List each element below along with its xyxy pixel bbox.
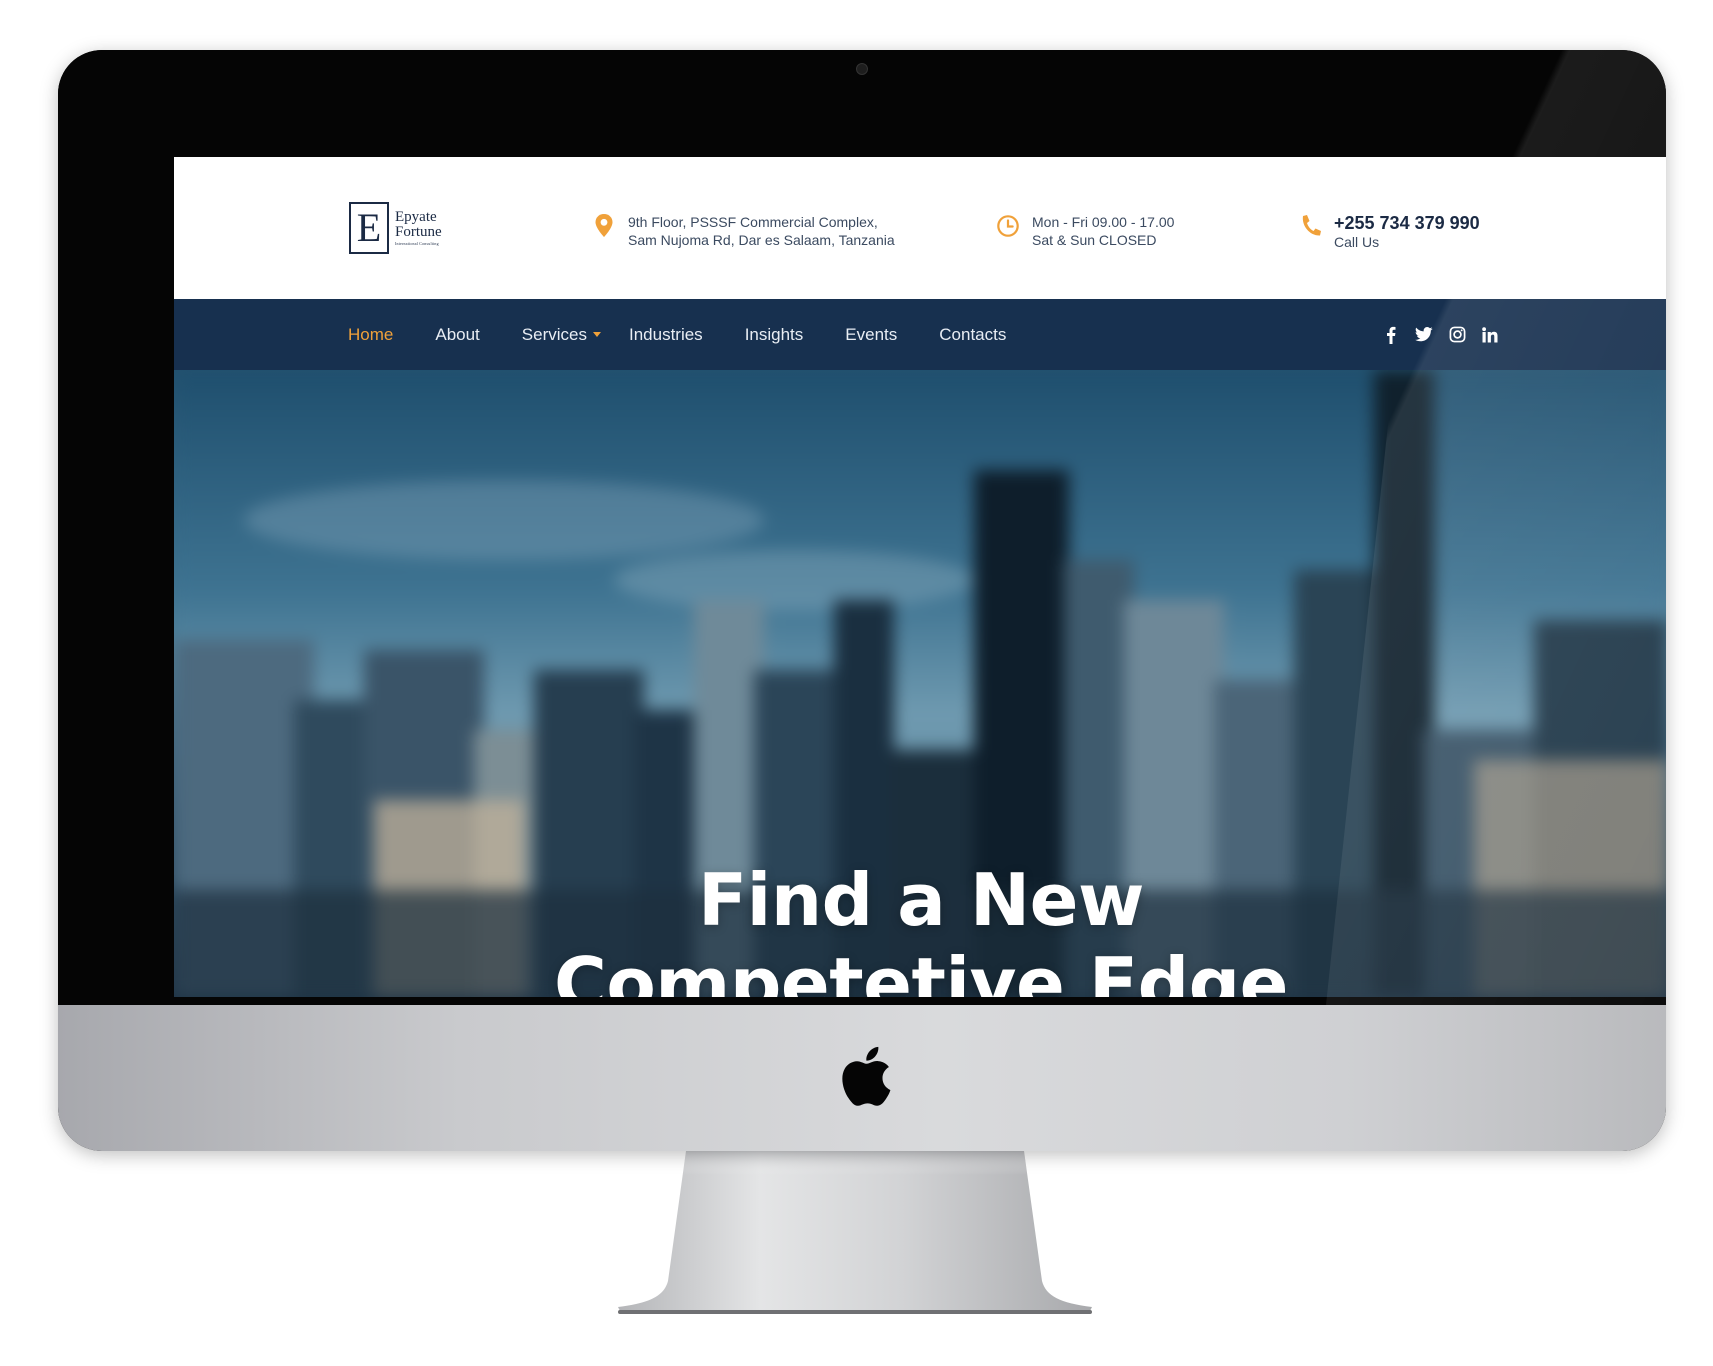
phone-label: Call Us [1334,234,1380,250]
nav-menu: Home About Services Industries Insights … [348,299,1048,370]
address-line-2: Sam Nujoma Rd, Dar es Salaam, Tanzania [628,232,895,248]
main-navbar: Home About Services Industries Insights … [174,299,1666,370]
apple-logo-icon [842,1046,891,1106]
phone-block: +255 734 379 990 Call Us [1298,213,1480,251]
hours-block: Mon - Fri 09.00 - 17.00 Sat & Sun CLOSED [996,213,1174,249]
camera-icon [856,63,868,75]
map-pin-icon [595,214,613,237]
top-info-bar: E Epyate Fortune International Consultin… [174,157,1666,299]
website-screen: E Epyate Fortune International Consultin… [174,157,1666,997]
logo-line-2: Fortune [395,224,442,240]
hero-heading-line-1: Find a New [698,858,1144,942]
address-block: 9th Floor, PSSSF Commercial Complex, Sam… [592,213,895,249]
linkedin-icon[interactable] [1480,325,1500,345]
monitor-stand [618,1151,1092,1314]
nav-industries[interactable]: Industries [629,325,703,345]
facebook-icon[interactable] [1381,325,1401,345]
logo-wordmark: Epyate Fortune International Consulting [395,210,442,246]
hours-weekend: Sat & Sun CLOSED [1032,232,1157,248]
clock-icon [997,215,1019,237]
logo-line-3: International Consulting [395,241,439,246]
nav-events[interactable]: Events [845,325,897,345]
nav-services-label: Services [521,324,587,344]
nav-insights[interactable]: Insights [745,325,804,345]
logo-line-1: Epyate [395,209,437,225]
nav-home[interactable]: Home [348,325,393,345]
nav-contacts[interactable]: Contacts [939,325,1006,345]
hero-heading-line-2: Competetive Edge [554,942,1288,997]
phone-text: +255 734 379 990 Call Us [1334,213,1480,251]
phone-number[interactable]: +255 734 379 990 [1334,213,1480,233]
imac-frame: E Epyate Fortune International Consultin… [58,50,1666,1151]
hours-weekdays: Mon - Fri 09.00 - 17.00 [1032,214,1175,230]
twitter-icon[interactable] [1414,325,1434,345]
hero-heading: Find a New Competetive Edge [174,858,1666,997]
phone-icon [1302,215,1321,236]
caret-down-icon [592,332,601,337]
logo-mark: E [349,202,389,254]
social-links [1368,299,1500,370]
address-text: 9th Floor, PSSSF Commercial Complex, Sam… [628,213,895,249]
site-logo[interactable]: E Epyate Fortune International Consultin… [349,200,442,256]
hero-section: Find a New Competetive Edge [174,370,1666,997]
nav-services[interactable]: Services [522,325,601,345]
instagram-icon[interactable] [1447,325,1467,345]
hours-text: Mon - Fri 09.00 - 17.00 Sat & Sun CLOSED [1032,213,1174,249]
nav-about[interactable]: About [435,325,479,345]
monitor-chin [58,1005,1666,1151]
address-line-1: 9th Floor, PSSSF Commercial Complex, [628,214,878,230]
